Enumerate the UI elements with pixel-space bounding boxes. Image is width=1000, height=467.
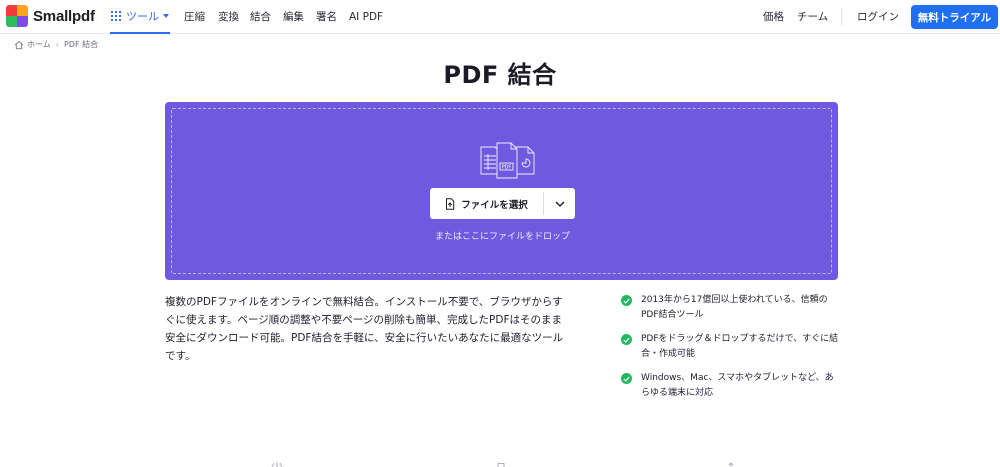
select-file-button[interactable]: ファイルを選択 bbox=[430, 188, 543, 219]
smallpdf-logo[interactable]: Smallpdf bbox=[6, 5, 95, 27]
feature-text: Windows、Mac、スマホやタブレットなど、あらゆる端末に対応 bbox=[641, 373, 834, 398]
chevron-down-icon bbox=[555, 201, 564, 207]
nav-link-team[interactable]: チーム bbox=[797, 0, 828, 34]
svg-text:PDF: PDF bbox=[502, 165, 512, 171]
nav-link-merge[interactable]: 結合 bbox=[250, 0, 271, 34]
free-trial-button[interactable]: 無料トライアル bbox=[911, 5, 998, 29]
smallpdf-logo-icon bbox=[6, 5, 28, 27]
tools-menu-label: ツール bbox=[126, 10, 159, 23]
grid-icon bbox=[111, 11, 121, 21]
section-icon bbox=[728, 462, 734, 467]
dropzone-dashed-border: PDF ファイルを選択 またはここにファイルをドロップ bbox=[171, 108, 832, 274]
select-file-label: ファイルを選択 bbox=[461, 199, 528, 211]
breadcrumb-home-link[interactable]: ホーム bbox=[27, 39, 51, 50]
check-circle-icon bbox=[621, 295, 632, 306]
nav-link-compress[interactable]: 圧縮 bbox=[184, 0, 205, 34]
feature-item: PDFをドラッグ＆ドロップするだけで、すぐに結合・作成可能 bbox=[621, 332, 841, 362]
login-link[interactable]: ログイン bbox=[857, 0, 899, 34]
source-options-dropdown[interactable] bbox=[544, 188, 575, 219]
feature-text: PDFをドラッグ＆ドロップするだけで、すぐに結合・作成可能 bbox=[641, 334, 839, 359]
select-file-button-group: ファイルを選択 bbox=[430, 188, 575, 219]
file-icon bbox=[446, 197, 455, 210]
chevron-down-icon bbox=[163, 14, 169, 18]
breadcrumb: ホーム › PDF 結合 bbox=[14, 39, 98, 50]
section-icon bbox=[271, 462, 283, 467]
nav-link-convert[interactable]: 変換 bbox=[218, 0, 239, 34]
feature-item: Windows、Mac、スマホやタブレットなど、あらゆる端末に対応 bbox=[621, 371, 841, 401]
tools-menu-button[interactable]: ツール bbox=[110, 0, 170, 34]
tool-description: 複数のPDFファイルをオンラインで無料結合。インストール不要で、ブラウザからすぐ… bbox=[165, 296, 564, 362]
check-circle-icon bbox=[621, 334, 632, 345]
file-dropzone[interactable]: PDF ファイルを選択 またはここにファイルをドロップ bbox=[165, 102, 838, 280]
section-icon bbox=[497, 463, 505, 467]
feature-text: 2013年から17億回以上使われている、信頼のPDF結合ツール bbox=[641, 295, 828, 320]
top-navigation-bar: Smallpdf ツール 圧縮 変換 結合 編集 署名 AI PDF 価格 チー… bbox=[0, 0, 1000, 34]
nav-divider bbox=[841, 8, 842, 26]
breadcrumb-current: PDF 結合 bbox=[63, 40, 99, 49]
nav-link-ai-pdf[interactable]: AI PDF bbox=[349, 0, 383, 34]
check-circle-icon bbox=[621, 373, 632, 384]
brand-name: Smallpdf bbox=[33, 7, 95, 25]
nav-link-edit[interactable]: 編集 bbox=[283, 0, 304, 34]
nav-link-sign[interactable]: 署名 bbox=[316, 0, 337, 34]
nav-link-pricing[interactable]: 価格 bbox=[763, 0, 784, 34]
feature-item: 2013年から17億回以上使われている、信頼のPDF結合ツール bbox=[621, 293, 841, 323]
documents-illustration-icon: PDF bbox=[480, 142, 535, 179]
drop-hint: またはここにファイルをドロップ bbox=[434, 232, 570, 242]
feature-list: 2013年から17億回以上使われている、信頼のPDF結合ツール PDFをドラッグ… bbox=[621, 293, 841, 410]
home-icon bbox=[14, 40, 24, 49]
breadcrumb-separator: › bbox=[55, 40, 59, 49]
page-title: PDF 結合 bbox=[443, 61, 557, 89]
